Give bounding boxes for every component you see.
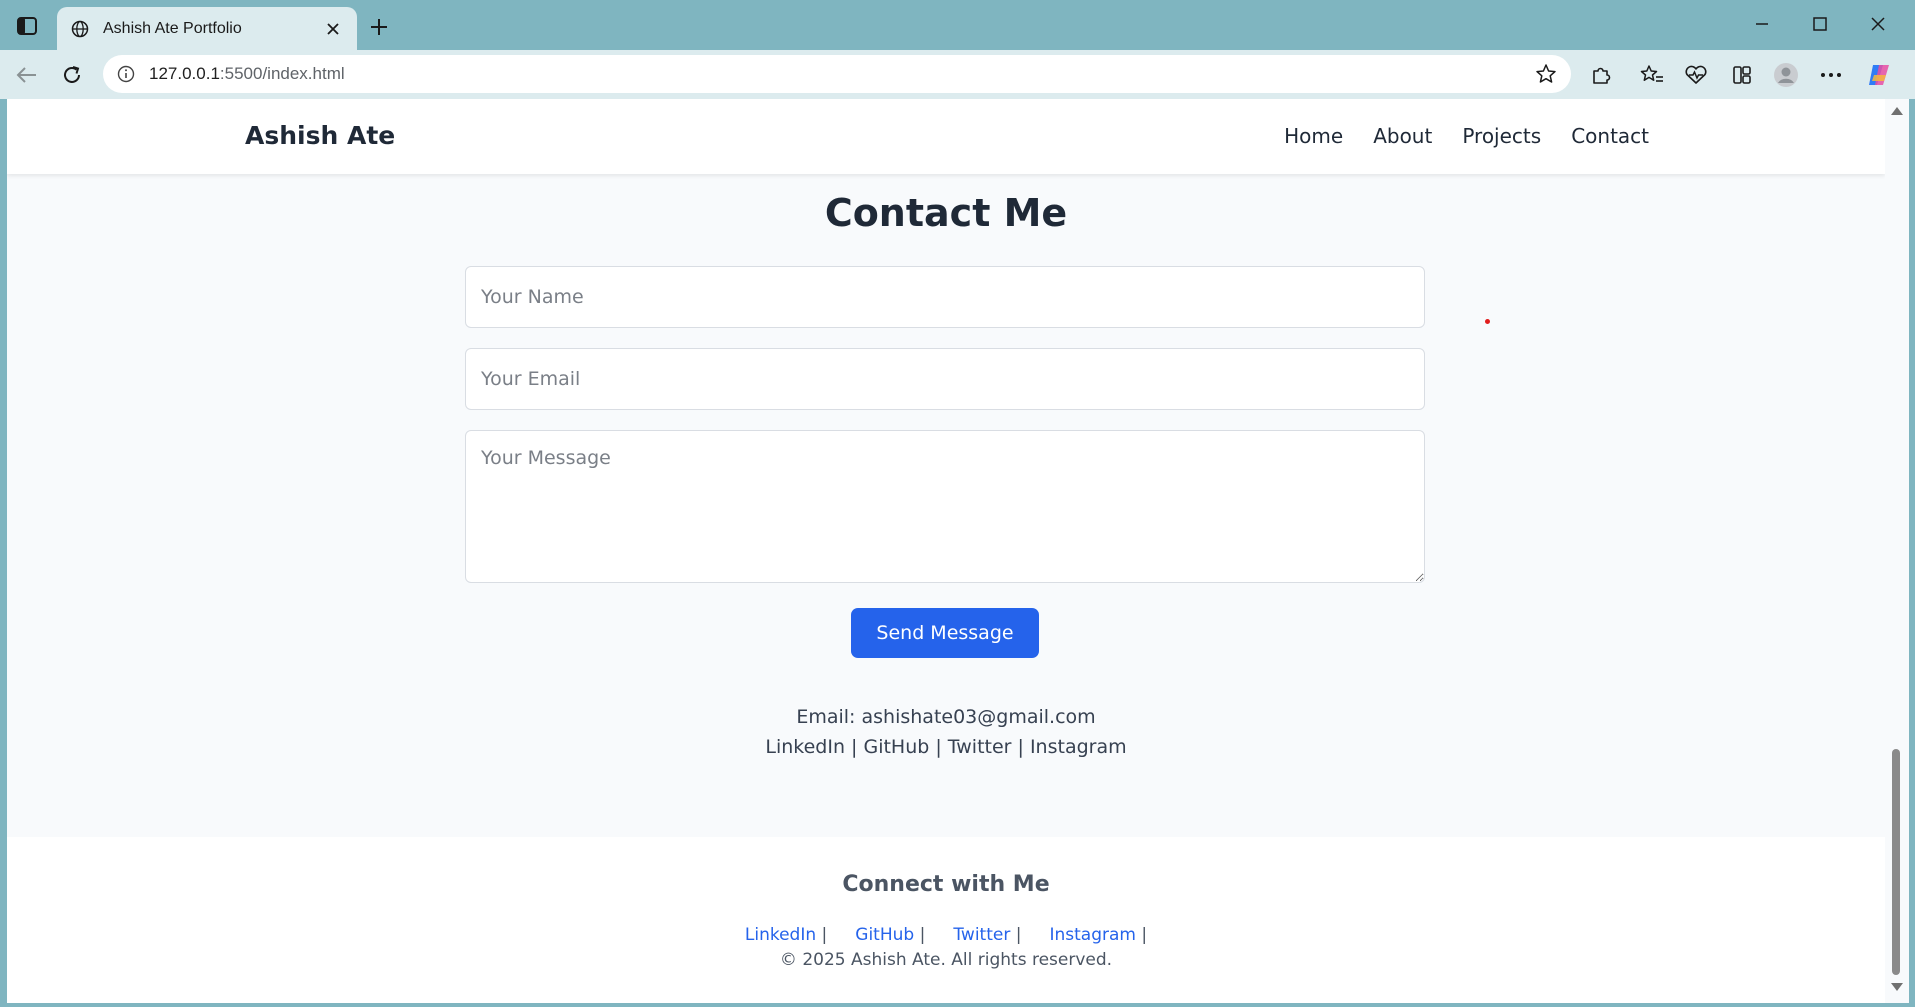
maximize-button[interactable] — [1800, 8, 1840, 40]
send-message-button[interactable]: Send Message — [851, 608, 1039, 658]
footer-separator: | — [919, 925, 926, 945]
footer-link-github[interactable]: GitHub — [855, 925, 914, 945]
email-input[interactable] — [465, 348, 1425, 410]
copilot-button[interactable] — [1863, 60, 1895, 90]
globe-icon — [71, 20, 89, 37]
footer-item-github: GitHub | — [855, 925, 925, 945]
profile-button[interactable] — [1770, 60, 1802, 90]
scroll-up-arrow-icon[interactable] — [1891, 107, 1903, 115]
url-host: 127.0.0.1 — [149, 64, 220, 83]
reload-icon — [64, 66, 80, 83]
page-scrollbar[interactable] — [1885, 99, 1909, 1003]
footer-item-instagram: Instagram | — [1049, 925, 1147, 945]
nav-link-projects[interactable]: Projects — [1462, 124, 1541, 148]
contact-social-line: LinkedIn | GitHub | Twitter | Instagram — [765, 736, 1127, 758]
tab-close-button[interactable] — [323, 19, 343, 39]
name-input[interactable] — [465, 266, 1425, 328]
avatar-icon — [1774, 63, 1798, 87]
footer-separator: | — [821, 925, 828, 945]
footer-link-linkedin[interactable]: LinkedIn — [745, 925, 816, 945]
footer-item-linkedin: LinkedIn | — [745, 925, 827, 945]
footer-item-twitter: Twitter | — [953, 925, 1021, 945]
footer-social-links: LinkedIn | GitHub | Twitter | Instagram … — [7, 925, 1885, 945]
plus-icon — [371, 19, 387, 35]
more-dots-icon — [1821, 73, 1841, 77]
window-close-button[interactable] — [1858, 8, 1898, 40]
nav-link-about[interactable]: About — [1373, 124, 1432, 148]
extensions-button[interactable] — [1585, 60, 1617, 90]
puzzle-icon — [1593, 67, 1611, 84]
favorite-star-icon[interactable] — [1535, 63, 1557, 85]
sidebar-toggle-icon — [17, 17, 37, 35]
favorites-list-icon — [1640, 65, 1663, 82]
tab-title: Ashish Ate Portfolio — [103, 19, 242, 37]
favorites-button[interactable] — [1636, 60, 1668, 90]
minimize-button[interactable] — [1742, 8, 1782, 40]
back-button[interactable] — [10, 60, 42, 90]
nav-link-contact[interactable]: Contact — [1571, 124, 1649, 148]
browser-essentials-button[interactable] — [1680, 60, 1712, 90]
heart-pulse-icon — [1685, 65, 1707, 84]
site-navbar: Ashish Ate Home About Projects Contact — [7, 99, 1885, 174]
close-icon — [327, 22, 339, 35]
reload-button[interactable] — [56, 60, 88, 90]
close-icon — [1871, 17, 1885, 31]
info-icon[interactable] — [117, 65, 135, 83]
scroll-down-arrow-icon[interactable] — [1891, 983, 1903, 991]
footer-heading: Connect with Me — [842, 872, 1050, 897]
footer-separator: | — [1141, 925, 1148, 945]
url-path: :5500/index.html — [219, 64, 345, 83]
browser-tab-bar: Ashish Ate Portfolio — [0, 0, 1915, 50]
collections-button[interactable] — [1726, 60, 1758, 90]
contact-email-line: Email: ashishate03@gmail.com — [796, 706, 1096, 728]
contact-info: Email: ashishate03@gmail.com LinkedIn | … — [7, 702, 1885, 762]
page-viewport: Ashish Ate Home About Projects Contact C… — [7, 99, 1885, 1003]
collections-icon — [1733, 66, 1751, 84]
stray-red-dot — [1485, 319, 1490, 324]
message-textarea[interactable] — [465, 430, 1425, 583]
site-brand[interactable]: Ashish Ate — [245, 121, 395, 150]
new-tab-button[interactable] — [364, 12, 394, 42]
footer-link-instagram[interactable]: Instagram — [1049, 925, 1136, 945]
maximize-icon — [1813, 17, 1827, 31]
site-footer: Connect with Me LinkedIn | GitHub | Twit… — [7, 837, 1885, 1003]
copyright-text: © 2025 Ashish Ate. All rights reserved. — [779, 950, 1113, 970]
address-bar[interactable]: 127.0.0.1:5500/index.html — [103, 55, 1571, 93]
footer-separator: | — [1015, 925, 1022, 945]
browser-tab-active[interactable]: Ashish Ate Portfolio — [57, 7, 357, 50]
footer-link-twitter[interactable]: Twitter — [953, 925, 1010, 945]
back-arrow-icon — [16, 67, 36, 83]
nav-link-home[interactable]: Home — [1284, 124, 1343, 148]
copilot-icon — [1869, 65, 1889, 85]
browser-toolbar: 127.0.0.1:5500/index.html — [0, 50, 1915, 99]
minimize-icon — [1756, 23, 1768, 25]
scroll-thumb[interactable] — [1892, 749, 1900, 975]
nav-links: Home About Projects Contact — [1284, 124, 1649, 148]
settings-more-button[interactable] — [1815, 60, 1847, 90]
contact-heading: Contact Me — [824, 191, 1068, 235]
url-text[interactable]: 127.0.0.1:5500/index.html — [149, 64, 1535, 84]
tab-actions-button[interactable] — [12, 13, 42, 39]
